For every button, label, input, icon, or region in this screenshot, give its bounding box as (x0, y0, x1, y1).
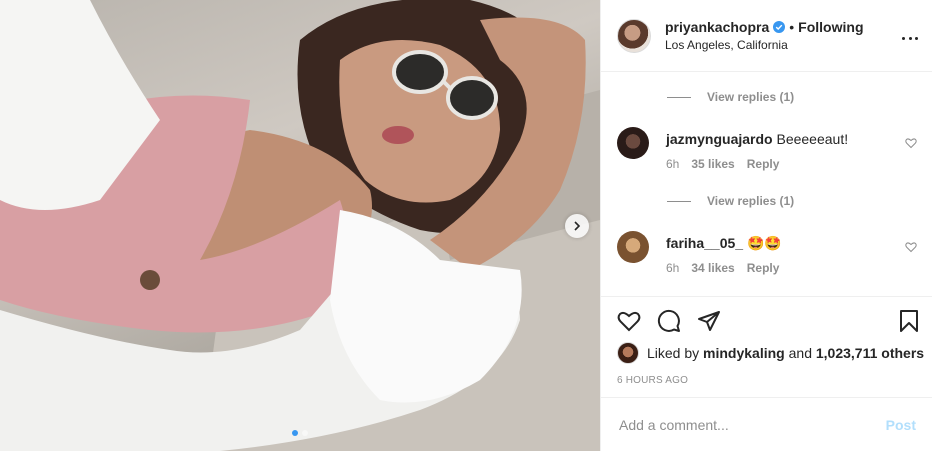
author-username[interactable]: priyankachopra (665, 19, 769, 35)
author-avatar[interactable] (617, 18, 651, 53)
comment-likes[interactable]: 35 likes (691, 157, 734, 171)
comment-age[interactable]: 6h (666, 157, 679, 171)
comment-icon[interactable] (657, 309, 681, 333)
post-photo[interactable] (0, 0, 600, 451)
liker-avatar[interactable] (617, 342, 639, 364)
bookmark-icon[interactable] (897, 309, 921, 333)
view-replies-label: View replies (1) (707, 194, 795, 208)
carousel-indicator (292, 430, 308, 436)
carousel-dot (302, 430, 308, 436)
comment-text: jazmynguajardo Beeeeeaut! (666, 131, 848, 147)
reply-button[interactable]: Reply (747, 261, 780, 275)
likes-middle: and (788, 345, 812, 361)
chevron-right-icon (574, 221, 581, 231)
author-info: priyankachopra • Following Los Angeles, … (665, 19, 864, 52)
post-timestamp[interactable]: 6 HOURS AGO (617, 375, 688, 386)
comment-input[interactable] (617, 415, 886, 434)
commenter-avatar[interactable] (617, 127, 649, 159)
comment-age[interactable]: 6h (666, 261, 679, 275)
view-replies-button[interactable]: View replies (1) (667, 90, 794, 104)
add-comment-bar: Post (601, 397, 932, 451)
view-replies-label: View replies (1) (707, 90, 795, 104)
action-bar (601, 296, 932, 344)
author-line: priyankachopra • Following (665, 19, 864, 35)
photo-illustration (0, 0, 600, 451)
following-button[interactable]: Following (798, 19, 863, 35)
post-header: priyankachopra • Following Los Angeles, … (601, 0, 932, 72)
likes-prefix: Liked by (647, 345, 700, 361)
comment-body: 🤩🤩 (746, 235, 782, 251)
reply-button[interactable]: Reply (747, 157, 780, 171)
carousel-dot-active (292, 430, 298, 436)
more-options-icon[interactable] (902, 30, 918, 46)
instagram-post: priyankachopra • Following Los Angeles, … (0, 0, 932, 451)
commenter-username[interactable]: jazmynguajardo (666, 131, 773, 147)
commenter-username[interactable]: fariha__05_ (666, 235, 743, 251)
view-replies-button[interactable]: View replies (1) (667, 194, 794, 208)
like-comment-heart-icon[interactable] (905, 241, 917, 253)
likes-summary: Liked by mindykaling and 1,023,711 other… (617, 342, 924, 364)
comment-body: Beeeeeaut! (776, 131, 849, 147)
comment-meta: 6h 35 likes Reply (666, 157, 779, 171)
replies-line (667, 96, 691, 98)
comment-meta: 6h 34 likes Reply (666, 261, 779, 275)
likes-count[interactable]: 1,023,711 others (816, 345, 924, 361)
share-icon[interactable] (697, 309, 721, 333)
separator-dot: • (789, 19, 795, 35)
liker-username[interactable]: mindykaling (703, 345, 785, 361)
comment-text: fariha__05_ 🤩🤩 (666, 235, 782, 252)
verified-badge-icon (773, 21, 786, 33)
next-slide-button[interactable] (565, 214, 589, 238)
replies-line (667, 200, 691, 202)
like-comment-heart-icon[interactable] (905, 137, 917, 149)
post-location[interactable]: Los Angeles, California (665, 38, 864, 52)
post-sidebar: priyankachopra • Following Los Angeles, … (600, 0, 932, 451)
heart-icon[interactable] (617, 309, 641, 333)
comment-likes[interactable]: 34 likes (691, 261, 734, 275)
commenter-avatar[interactable] (617, 231, 649, 263)
comments-list: View replies (1) jazmynguajardo Beeeeeau… (601, 72, 932, 296)
post-comment-button[interactable]: Post (886, 417, 916, 433)
